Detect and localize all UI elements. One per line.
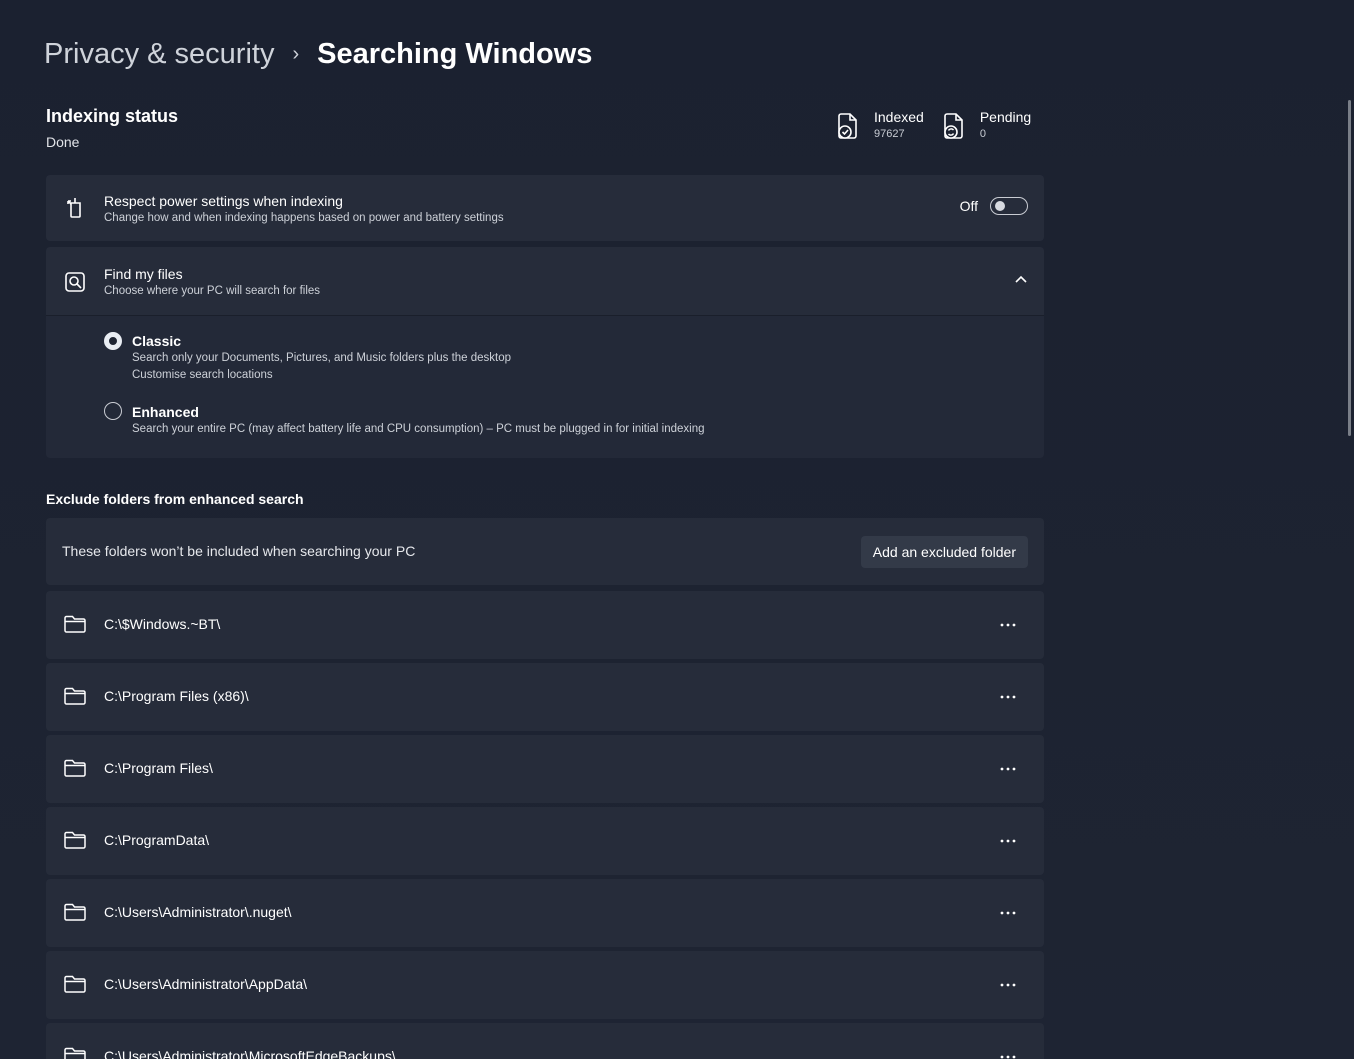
classic-description: Search only your Documents, Pictures, an… bbox=[132, 352, 512, 364]
exclude-info-card: These folders won’t be included when sea… bbox=[46, 518, 1044, 585]
folder-path: C:\Users\Administrator\AppData\ bbox=[104, 976, 308, 992]
find-my-files-options: Classic Search only your Documents, Pict… bbox=[46, 315, 1044, 458]
indexing-status: Indexing status Done bbox=[46, 104, 178, 150]
folder-icon bbox=[64, 1047, 86, 1059]
folder-path: C:\Users\Administrator\.nuget\ bbox=[104, 904, 292, 920]
pending-document-icon bbox=[944, 113, 963, 139]
indexed-document-icon bbox=[838, 113, 857, 139]
more-horizontal-icon[interactable] bbox=[994, 903, 1022, 923]
folder-icon bbox=[64, 687, 86, 705]
more-horizontal-icon[interactable] bbox=[994, 975, 1022, 995]
breadcrumb-separator-icon: › bbox=[292, 43, 300, 65]
chevron-up-icon[interactable] bbox=[1014, 273, 1028, 287]
folder-row: C:\Users\Administrator\AppData\ bbox=[46, 951, 1044, 1019]
more-horizontal-icon[interactable] bbox=[994, 687, 1022, 707]
customise-search-locations-link[interactable]: Customise search locations bbox=[132, 369, 273, 381]
folder-path: C:\$Windows.~BT\ bbox=[104, 616, 221, 632]
find-my-files-card[interactable]: Find my files Choose where your PC will … bbox=[46, 247, 1044, 315]
search-document-icon bbox=[65, 272, 85, 292]
folder-row: C:\ProgramData\ bbox=[46, 807, 1044, 875]
power-toggle[interactable] bbox=[990, 197, 1028, 215]
folder-icon bbox=[64, 759, 86, 777]
pending-label: Pending bbox=[979, 109, 1032, 125]
power-settings-card: Respect power settings when indexing Cha… bbox=[46, 175, 1044, 241]
pending-stat: Pending 0 bbox=[942, 108, 1031, 140]
breadcrumb: Privacy & security › Searching Windows bbox=[44, 34, 592, 74]
pending-count: 0 bbox=[979, 128, 986, 140]
folder-icon bbox=[64, 903, 86, 921]
indexing-status-value: Done bbox=[46, 134, 80, 150]
breadcrumb-parent[interactable]: Privacy & security bbox=[44, 34, 274, 74]
folder-icon bbox=[64, 615, 86, 633]
power-toggle-wrap: Off bbox=[960, 197, 1028, 215]
toggle-knob bbox=[995, 201, 1005, 211]
indexed-stat: Indexed 97627 bbox=[836, 108, 924, 140]
folder-path: C:\Program Files\ bbox=[104, 760, 213, 776]
more-horizontal-icon[interactable] bbox=[994, 831, 1022, 851]
power-settings-subtitle: Change how and when indexing happens bas… bbox=[104, 212, 504, 224]
more-horizontal-icon[interactable] bbox=[994, 759, 1022, 779]
folder-row: C:\Program Files (x86)\ bbox=[46, 663, 1044, 731]
indexing-status-title: Indexing status bbox=[46, 106, 179, 126]
indexing-stats: Indexed 97627 Pending 0 bbox=[836, 108, 1031, 140]
folder-row: C:\$Windows.~BT\ bbox=[46, 591, 1044, 659]
exclude-section-heading: Exclude folders from enhanced search bbox=[46, 491, 304, 507]
folder-path: C:\Program Files (x86)\ bbox=[104, 688, 249, 704]
folder-path: C:\Users\Administrator\MicrosoftEdgeBack… bbox=[104, 1048, 396, 1059]
add-excluded-folder-button[interactable]: Add an excluded folder bbox=[860, 536, 1028, 568]
enhanced-description: Search your entire PC (may affect batter… bbox=[132, 423, 705, 435]
exclude-info-text: These folders won’t be included when sea… bbox=[62, 543, 416, 559]
page-title: Searching Windows bbox=[317, 38, 593, 70]
classic-title: Classic bbox=[132, 333, 182, 349]
folder-row: C:\Users\Administrator\MicrosoftEdgeBack… bbox=[46, 1023, 1044, 1059]
power-toggle-label: Off bbox=[959, 198, 978, 214]
find-my-files-title: Find my files bbox=[104, 266, 183, 282]
folder-row: C:\Users\Administrator\.nuget\ bbox=[46, 879, 1044, 947]
settings-page: Privacy & security › Searching Windows I… bbox=[0, 0, 1354, 1059]
more-horizontal-icon[interactable] bbox=[994, 615, 1022, 635]
enhanced-title: Enhanced bbox=[132, 404, 199, 420]
folder-icon bbox=[64, 975, 86, 993]
more-horizontal-icon[interactable] bbox=[994, 1047, 1022, 1059]
power-plug-icon bbox=[67, 198, 81, 218]
enhanced-radio[interactable] bbox=[104, 402, 122, 420]
power-settings-title: Respect power settings when indexing bbox=[104, 193, 343, 209]
classic-radio[interactable] bbox=[104, 332, 122, 350]
indexed-count: 97627 bbox=[874, 128, 905, 140]
folder-icon bbox=[64, 831, 86, 849]
folder-path: C:\ProgramData\ bbox=[104, 832, 210, 848]
folder-row: C:\Program Files\ bbox=[46, 735, 1044, 803]
find-my-files-subtitle: Choose where your PC will search for fil… bbox=[104, 285, 321, 297]
indexed-label: Indexed bbox=[874, 109, 924, 125]
scrollbar[interactable] bbox=[1348, 100, 1351, 436]
